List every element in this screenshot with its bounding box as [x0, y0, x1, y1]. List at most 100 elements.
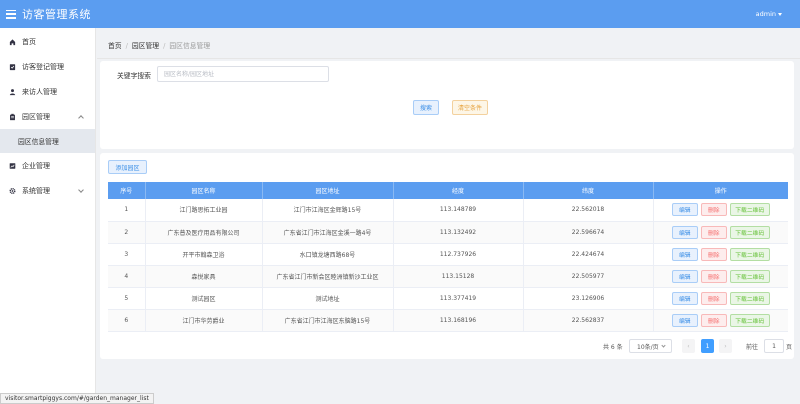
pagination-total: 共 6 条	[603, 343, 623, 351]
column-header: 序号	[108, 182, 146, 199]
status-bar-url: visitor.smartpiggys.com/#/garden_manager…	[0, 393, 154, 404]
divider	[97, 58, 800, 59]
download-qrcode-button[interactable]: 下载二维码	[729, 269, 770, 283]
column-header: 操作	[653, 182, 788, 199]
edit-button[interactable]: 编辑	[671, 203, 698, 217]
user-menu[interactable]: admin	[756, 10, 782, 18]
next-page-button[interactable]: ›	[719, 339, 732, 353]
cell-no: 5	[108, 287, 146, 310]
cell-longitude: 113.15128	[393, 265, 524, 288]
sidebar-item-park[interactable]: 园区管理	[0, 104, 95, 129]
cell-actions: 编辑 删除 下载二维码	[653, 221, 788, 244]
breadcrumb-home[interactable]: 首页	[108, 42, 122, 50]
cell-actions: 编辑 删除 下载二维码	[653, 243, 788, 266]
delete-button[interactable]: 删除	[700, 291, 727, 305]
settings-icon	[9, 187, 16, 194]
cell-no: 1	[108, 199, 146, 222]
page-size-select[interactable]: 10条/页	[629, 339, 672, 353]
main-content: 首页/园区管理/园区信息管理 关键字搜索 搜索 清空条件 添加园区 序号 园区名…	[97, 28, 800, 404]
current-page-button[interactable]: 1	[701, 339, 714, 353]
delete-button[interactable]: 删除	[700, 269, 727, 283]
table-header-row: 序号 园区名称 园区地址 经度 纬度 操作	[108, 182, 788, 199]
cell-actions: 编辑 删除 下载二维码	[653, 287, 788, 310]
prev-page-button[interactable]: ‹	[682, 339, 695, 353]
edit-button[interactable]: 编辑	[671, 225, 698, 239]
cell-name: 广东普及医疗用品有限公司	[145, 221, 263, 244]
cell-no: 4	[108, 265, 146, 288]
table-row: 2 广东普及医疗用品有限公司 广东省江门市江海区金溪一路4号 113.132492 22…	[108, 221, 788, 244]
search-label: 关键字搜索	[117, 72, 151, 80]
breadcrumb: 首页 / 园区管理 / 园区信息管理	[108, 40, 210, 50]
cell-address: 广东省江门市新会区睦洲镇新沙工业区	[262, 265, 394, 288]
cell-name: 江门路思拓工业园	[145, 199, 263, 222]
table-panel: 添加园区 序号 园区名称 园区地址 经度 纬度 操作 1 江门路思拓工业园 江门市江…	[100, 153, 794, 359]
cell-longitude: 113.132492	[393, 221, 524, 244]
chevron-down-icon	[778, 12, 782, 16]
chevron-down-icon	[661, 343, 666, 348]
sidebar-item-visitor-person[interactable]: 来访人管理	[0, 79, 95, 104]
sidebar-item-home[interactable]: 首页	[0, 29, 95, 54]
edit-button[interactable]: 编辑	[671, 247, 698, 261]
table-row: 1 江门路思拓工业园 江门市江海区金辉路15号 113.148789 22.562018…	[108, 199, 788, 222]
cell-longitude: 113.377419	[393, 287, 524, 310]
reset-button[interactable]: 清空条件	[452, 100, 488, 115]
sidebar-item-label: 园区管理	[22, 112, 50, 121]
register-icon	[9, 63, 16, 70]
top-bar: 访客管理系统 admin	[0, 0, 800, 28]
delete-button[interactable]: 删除	[700, 247, 727, 261]
table-row: 3 开平市翰森卫浴 水口镇龙塘西路68号 112.737926 22.424674 编辑删…	[108, 243, 788, 266]
sidebar-item-label: 园区信息管理	[18, 138, 59, 146]
cell-longitude: 112.737926	[393, 243, 524, 266]
park-table: 序号 园区名称 园区地址 经度 纬度 操作 1 江门路思拓工业园 江门市江海区金辉路…	[108, 182, 788, 332]
download-qrcode-button[interactable]: 下载二维码	[729, 225, 770, 239]
cell-latitude: 23.126906	[523, 287, 654, 310]
delete-button[interactable]: 删除	[700, 313, 727, 327]
chevron-down-icon	[78, 187, 84, 193]
cell-address: 测试地址	[262, 287, 394, 310]
sidebar-item-label: 首页	[22, 37, 36, 46]
search-button[interactable]: 搜索	[413, 100, 439, 115]
search-input[interactable]	[157, 66, 329, 82]
sidebar-item-system[interactable]: 系统管理	[0, 178, 95, 203]
column-header: 园区地址	[262, 182, 394, 199]
column-header: 纬度	[523, 182, 654, 199]
sidebar-item-company[interactable]: 企业管理	[0, 153, 95, 178]
download-qrcode-button[interactable]: 下载二维码	[729, 291, 770, 305]
column-header: 园区名称	[145, 182, 263, 199]
cell-address: 广东省江门市江海区金溪一路4号	[262, 221, 394, 244]
cell-name: 测试园区	[145, 287, 263, 310]
cell-longitude: 113.168196	[393, 309, 524, 332]
cell-actions: 编辑 删除 下载二维码	[653, 265, 788, 288]
edit-button[interactable]: 编辑	[671, 291, 698, 305]
cell-no: 6	[108, 309, 146, 332]
cell-name: 森悦家具	[145, 265, 263, 288]
sidebar-item-park-info[interactable]: 园区信息管理	[0, 129, 95, 153]
add-park-button[interactable]: 添加园区	[108, 160, 147, 174]
cell-name: 江门市华劳爵业	[145, 309, 263, 332]
table-row: 5 测试园区 测试地址 113.377419 23.126906 编辑 删除 下载二维码	[108, 287, 788, 310]
delete-button[interactable]: 删除	[700, 203, 727, 217]
download-qrcode-button[interactable]: 下载二维码	[729, 313, 770, 327]
cell-name: 开平市翰森卫浴	[145, 243, 263, 266]
user-name[interactable]: admin	[756, 10, 776, 18]
breadcrumb-parent[interactable]: 园区管理	[132, 42, 159, 50]
chevron-up-icon	[78, 115, 84, 121]
goto-label: 前往	[746, 343, 759, 351]
search-panel: 关键字搜索 搜索 清空条件	[100, 61, 794, 149]
cell-actions: 编辑 删除 下载二维码	[653, 199, 788, 222]
cell-latitude: 22.596674	[523, 221, 654, 244]
download-qrcode-button[interactable]: 下载二维码	[729, 247, 770, 261]
edit-button[interactable]: 编辑	[671, 313, 698, 327]
cell-actions: 编辑 删除 下载二维码	[653, 309, 788, 332]
page-suffix: 页	[786, 343, 793, 351]
sidebar-item-visitor-register[interactable]: 访客登记管理	[0, 54, 95, 79]
breadcrumb-separator: /	[125, 42, 128, 50]
delete-button[interactable]: 删除	[700, 225, 727, 239]
menu-icon[interactable]	[6, 9, 16, 19]
edit-button[interactable]: 编辑	[671, 269, 698, 283]
park-icon	[9, 113, 16, 120]
goto-page-input[interactable]: 1	[764, 339, 784, 353]
download-qrcode-button[interactable]: 下载二维码	[729, 203, 770, 217]
breadcrumb-current: 园区信息管理	[169, 42, 211, 50]
column-header: 经度	[393, 182, 524, 199]
